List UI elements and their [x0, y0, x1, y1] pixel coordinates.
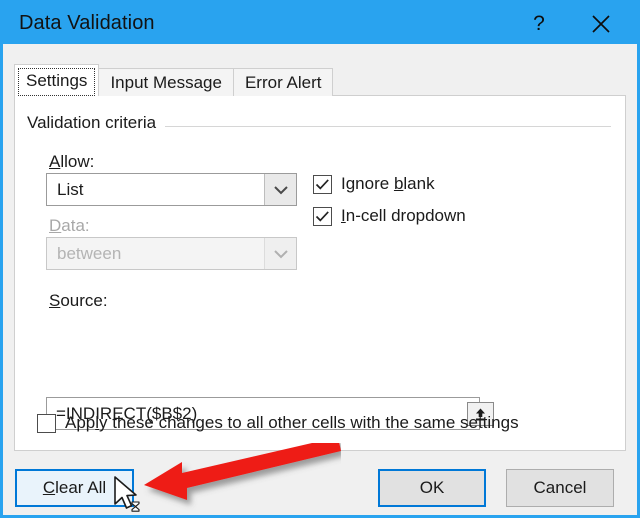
validation-criteria-group-label: Validation criteria — [27, 113, 166, 133]
clear-all-accelerator: C — [42, 478, 56, 497]
red-arrow-left-icon — [144, 443, 341, 500]
source-accelerator: S — [49, 291, 61, 310]
dialog-title: Data Validation — [19, 12, 155, 34]
question-mark-icon: ? — [533, 11, 545, 35]
ok-label: OK — [419, 478, 445, 497]
tab-error-alert-label: Error Alert — [244, 72, 322, 92]
ok-button[interactable]: OK — [378, 469, 486, 507]
help-button[interactable]: ? — [515, 3, 563, 44]
clear-all-text-after: lear All — [55, 478, 107, 497]
ignore-blank-checkbox[interactable] — [313, 174, 332, 194]
ignore-blank-label: Ignore blank — [341, 174, 435, 194]
chevron-down-icon[interactable] — [264, 174, 296, 205]
title-bar: Data Validation ? — [3, 3, 637, 44]
clear-all-button[interactable]: Clear All — [15, 469, 134, 507]
close-x-icon — [592, 14, 610, 33]
allow-dropdown[interactable]: List — [46, 173, 297, 206]
clear-all-label: Clear All — [43, 478, 106, 498]
settings-tab-panel: Validation criteria Allow: List Data: be… — [14, 95, 626, 451]
in-cell-dropdown-text-after: n-cell dropdown — [345, 206, 466, 225]
tab-settings[interactable]: Settings — [14, 64, 100, 96]
apply-all-checkbox-row[interactable]: Apply these changes to all other cells w… — [37, 413, 519, 433]
checkmark-icon — [315, 210, 329, 222]
allow-label: Allow: — [49, 152, 95, 171]
data-value: between — [57, 243, 122, 263]
ignore-blank-accelerator: b — [393, 174, 404, 193]
tab-input-message-label: Input Message — [110, 72, 222, 92]
close-button[interactable] — [577, 3, 625, 44]
apply-all-text-before: App — [65, 413, 96, 432]
apply-all-checkbox[interactable] — [37, 413, 56, 433]
data-label: Data: — [49, 216, 90, 235]
data-validation-dialog: Data Validation ? Settings Input Message… — [0, 0, 640, 518]
allow-value: List — [57, 179, 84, 199]
cancel-label: Cancel — [533, 478, 587, 497]
in-cell-dropdown-checkbox[interactable] — [313, 206, 332, 226]
tab-input-message[interactable]: Input Message — [98, 68, 234, 96]
data-accelerator: D — [49, 216, 62, 235]
apply-all-label: Apply these changes to all other cells w… — [65, 413, 519, 433]
tab-error-alert[interactable]: Error Alert — [232, 68, 334, 96]
ignore-blank-text-after: lank — [403, 174, 435, 193]
checkmark-icon — [315, 178, 329, 190]
tab-settings-label: Settings — [26, 70, 88, 90]
source-label: Source: — [49, 291, 108, 310]
data-dropdown: between — [46, 237, 297, 270]
tab-strip: Settings Input Message Error Alert — [14, 64, 334, 96]
cancel-button[interactable]: Cancel — [506, 469, 614, 507]
ignore-blank-text-before: Ignore — [341, 174, 394, 193]
in-cell-dropdown-checkbox-row[interactable]: In-cell dropdown — [313, 206, 466, 226]
apply-all-text-after: y these changes to all other cells with … — [99, 413, 519, 432]
in-cell-dropdown-label: In-cell dropdown — [341, 206, 466, 226]
chevron-down-icon — [264, 238, 296, 269]
allow-accelerator: A — [49, 152, 61, 171]
ignore-blank-checkbox-row[interactable]: Ignore blank — [313, 174, 435, 194]
